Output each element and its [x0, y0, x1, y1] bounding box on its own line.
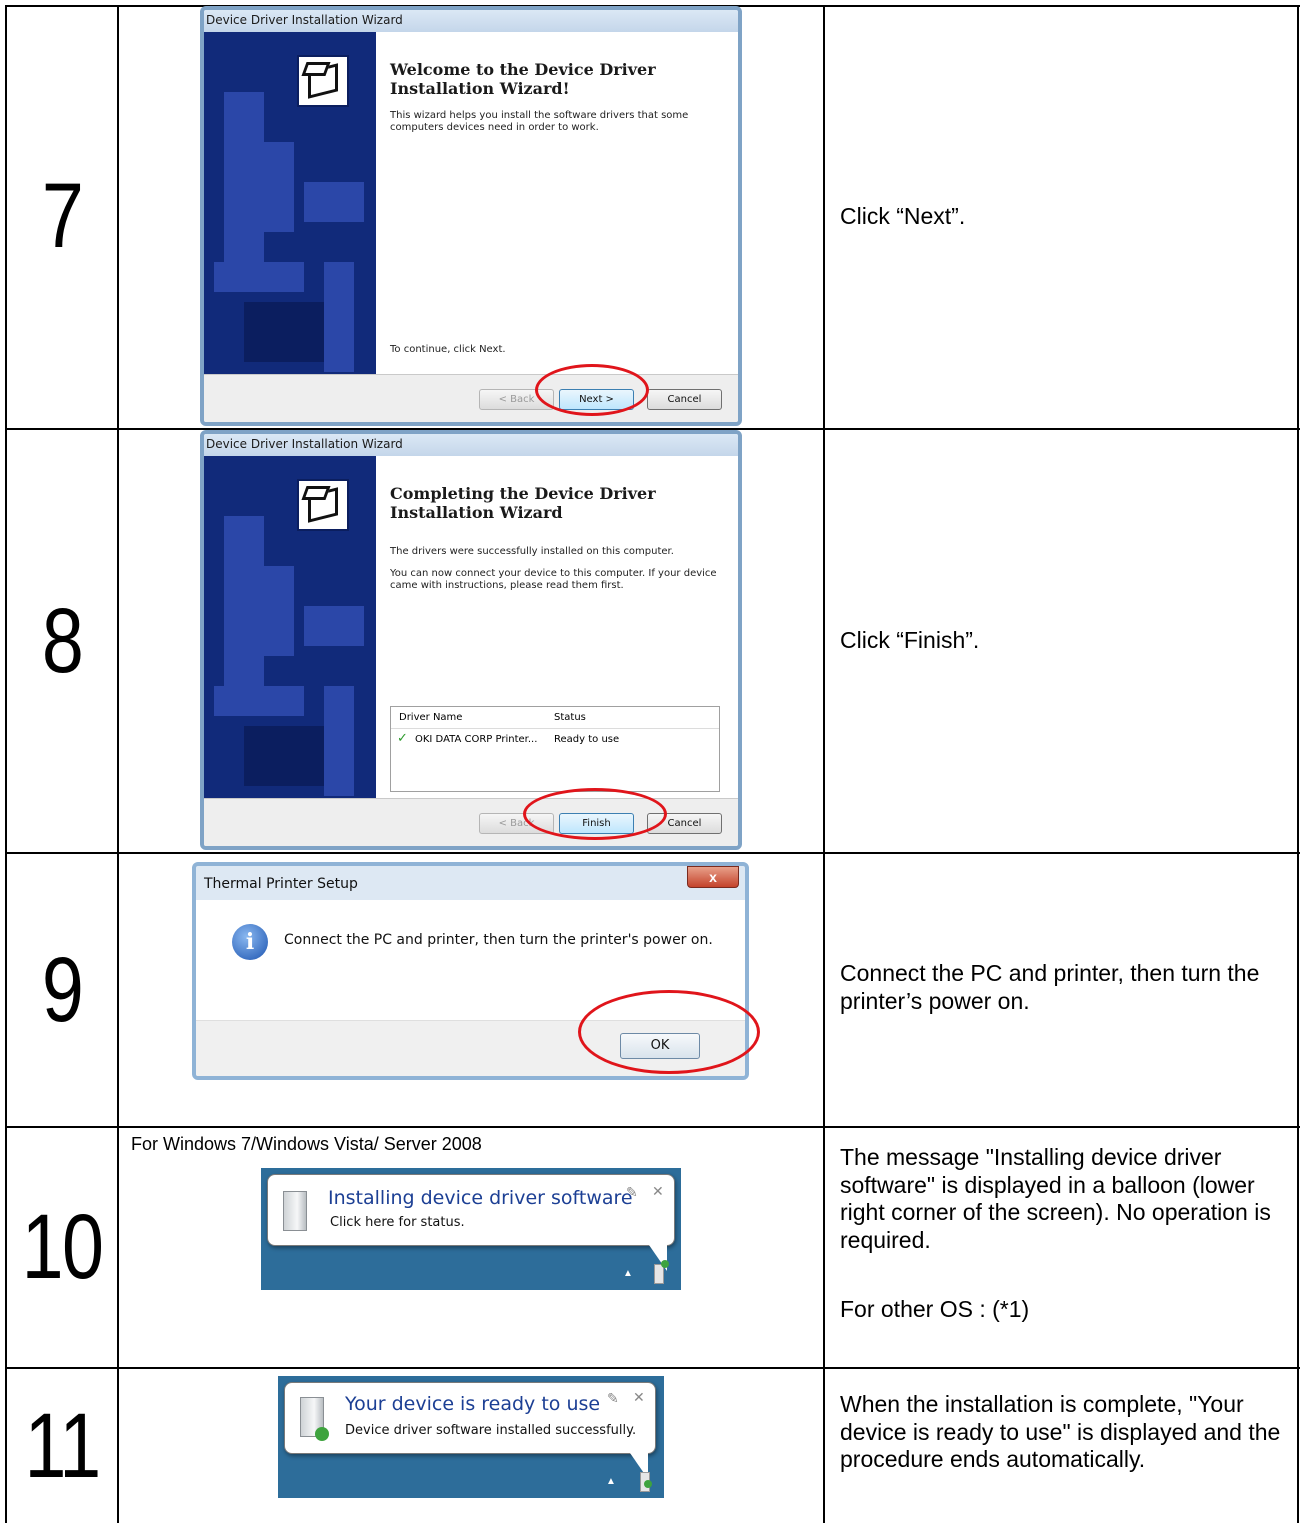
status-dot-icon — [644, 1480, 652, 1488]
wizard-body: Completing the Device Driver Installatio… — [204, 456, 738, 798]
step-row-8: 8 Device Driver Installation Wizard Comp… — [0, 430, 1300, 852]
status-dot-icon — [661, 1260, 669, 1268]
taskbar-tray: Installing device driver software Click … — [261, 1168, 681, 1290]
wizard-side-graphic — [204, 32, 376, 374]
wizard-footer: < Back Next > Cancel — [204, 374, 738, 422]
notification-balloon[interactable]: Installing device driver software Click … — [267, 1174, 675, 1246]
chevron-up-icon[interactable]: ▲ — [606, 1476, 616, 1487]
step-row-9: 9 Thermal Printer Setup x i Connect the … — [0, 854, 1300, 1126]
window-title: Device Driver Installation Wizard — [204, 434, 738, 456]
message-text: Connect the PC and printer, then turn th… — [284, 932, 713, 948]
step-number: 9 — [41, 938, 84, 1041]
step-row-10: 10 For Windows 7/Windows Vista/ Server 2… — [0, 1128, 1300, 1367]
options-icon[interactable]: ✎ — [626, 1185, 638, 1201]
step-row-11: 11 Your device is ready to use Device dr… — [0, 1369, 1300, 1523]
wizard-heading: Welcome to the Device Driver Installatio… — [390, 60, 656, 98]
finish-button[interactable]: Finish — [559, 813, 634, 834]
taskbar-tray: Your device is ready to use Device drive… — [278, 1376, 664, 1498]
column-driver-name: Driver Name — [399, 712, 463, 723]
step-number: 7 — [41, 165, 84, 267]
computer-icon — [283, 1191, 307, 1231]
driver-row: ✓ OKI DATA CORP Printer... Ready to use — [391, 729, 719, 751]
wizard-footer: < Back Finish Cancel — [204, 798, 738, 846]
driver-box-icon — [297, 479, 349, 531]
step-instruction: Connect the PC and printer, then turn th… — [840, 960, 1260, 1014]
check-badge-icon — [315, 1427, 329, 1441]
wizard-text: This wizard helps you install the softwa… — [390, 110, 689, 133]
balloon-subtitle: Click here for status. — [330, 1215, 465, 1230]
driver-list: Driver Name Status ✓ OKI DATA CORP Print… — [390, 706, 720, 792]
step-number: 8 — [41, 589, 84, 692]
wizard-continue-text: To continue, click Next. — [390, 344, 506, 355]
step-instruction: The message "Installing device driver so… — [840, 1144, 1271, 1253]
wizard-text: You can now connect your device to this … — [390, 568, 717, 591]
step-instruction: When the installation is complete, "Your… — [840, 1391, 1281, 1473]
info-icon: i — [232, 924, 268, 960]
welcome-wizard-window: Device Driver Installation Wizard Welcom… — [200, 6, 742, 426]
driver-status: Ready to use — [554, 734, 620, 745]
close-button[interactable]: x — [687, 866, 739, 888]
window-title: Thermal Printer Setup — [204, 876, 358, 892]
chevron-up-icon[interactable]: ▲ — [623, 1268, 633, 1279]
wizard-content: Completing the Device Driver Installatio… — [390, 456, 728, 798]
checkmark-icon: ✓ — [397, 731, 408, 746]
cancel-button[interactable]: Cancel — [647, 389, 722, 410]
wizard-heading: Completing the Device Driver Installatio… — [390, 484, 656, 522]
close-icon[interactable]: ✕ — [633, 1390, 645, 1406]
setup-message-box: Thermal Printer Setup x i Connect the PC… — [192, 862, 749, 1080]
wizard-body: Welcome to the Device Driver Installatio… — [204, 32, 738, 374]
balloon-title: Installing device driver software — [328, 1187, 633, 1209]
completing-wizard-window: Device Driver Installation Wizard Comple… — [200, 430, 742, 850]
step-number: 10 — [21, 1196, 104, 1298]
step-instruction: Click “Next”. — [840, 203, 966, 229]
wizard-text: The drivers were successfully installed … — [390, 546, 674, 557]
os-note: For Windows 7/Windows Vista/ Server 2008 — [131, 1134, 482, 1154]
step-instruction: Click “Finish”. — [840, 627, 980, 653]
back-button[interactable]: < Back — [479, 813, 554, 834]
next-button[interactable]: Next > — [559, 389, 634, 410]
back-button[interactable]: < Back — [479, 389, 554, 410]
wizard-side-graphic — [204, 456, 376, 798]
step-instruction-other-os: For other OS : (*1) — [840, 1296, 1030, 1322]
balloon-subtitle: Device driver software installed success… — [345, 1423, 637, 1438]
window-title: Device Driver Installation Wizard — [204, 10, 738, 32]
balloon-title: Your device is ready to use — [345, 1393, 601, 1415]
step-number: 11 — [24, 1394, 101, 1497]
notification-balloon[interactable]: Your device is ready to use Device drive… — [284, 1382, 656, 1454]
column-status: Status — [554, 712, 586, 723]
wizard-content: Welcome to the Device Driver Installatio… — [390, 32, 728, 374]
cancel-button[interactable]: Cancel — [647, 813, 722, 834]
message-body: i Connect the PC and printer, then turn … — [196, 900, 745, 1020]
options-icon[interactable]: ✎ — [607, 1391, 619, 1407]
step-row-7: 7 Device Driver Installation Wizard Welc… — [0, 5, 1300, 428]
message-footer: OK — [196, 1020, 745, 1076]
driver-name: OKI DATA CORP Printer... — [415, 734, 538, 745]
driver-box-icon — [297, 55, 349, 107]
close-icon[interactable]: ✕ — [652, 1184, 664, 1200]
ok-button[interactable]: OK — [620, 1033, 700, 1059]
driver-list-header: Driver Name Status — [391, 707, 719, 729]
